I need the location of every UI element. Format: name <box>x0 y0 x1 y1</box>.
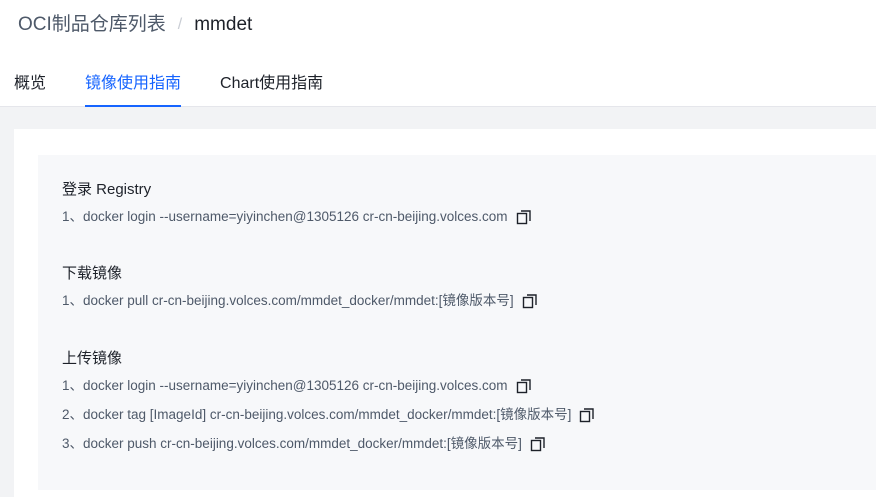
breadcrumb-root-link[interactable]: OCI制品仓库列表 <box>18 13 166 37</box>
copy-icon[interactable] <box>516 209 532 225</box>
push-section-title: 上传镜像 <box>62 350 123 367</box>
breadcrumb: OCI制品仓库列表 / mmdet <box>18 13 252 37</box>
push-login-command-text: 1、docker login --username=yiyinchen@1305… <box>62 378 508 393</box>
copy-icon[interactable] <box>516 378 532 394</box>
push-push-command-row: 3、docker push cr-cn-beijing.volces.com/m… <box>62 434 595 454</box>
copy-icon[interactable] <box>530 436 546 452</box>
tab-bar: 概览 镜像使用指南 Chart使用指南 <box>14 71 362 107</box>
page-header: OCI制品仓库列表 / mmdet 概览 镜像使用指南 Chart使用指南 <box>0 0 876 107</box>
copy-icon[interactable] <box>579 407 595 423</box>
tab-overview[interactable]: 概览 <box>14 71 46 107</box>
image-guide-box: 登录 Registry 1、docker login --username=yi… <box>38 155 876 490</box>
pull-section-title: 下载镜像 <box>62 265 123 282</box>
push-tag-command-row: 2、docker tag [ImageId] cr-cn-beijing.vol… <box>62 405 595 425</box>
tab-chart-guide[interactable]: Chart使用指南 <box>220 71 323 107</box>
login-section-title: 登录 Registry <box>62 181 152 198</box>
pull-command-text: 1、docker pull cr-cn-beijing.volces.com/m… <box>62 293 514 308</box>
content-panel: 登录 Registry 1、docker login --username=yi… <box>14 129 876 497</box>
breadcrumb-separator: / <box>177 16 183 33</box>
pull-section: 下载镜像 1、docker pull cr-cn-beijing.volces.… <box>62 264 538 320</box>
pull-command-row: 1、docker pull cr-cn-beijing.volces.com/m… <box>62 291 538 311</box>
login-command-row: 1、docker login --username=yiyinchen@1305… <box>62 207 532 227</box>
tab-image-guide[interactable]: 镜像使用指南 <box>85 71 182 107</box>
push-push-command-text: 3、docker push cr-cn-beijing.volces.com/m… <box>62 436 522 451</box>
push-tag-command-text: 2、docker tag [ImageId] cr-cn-beijing.vol… <box>62 407 572 422</box>
login-section: 登录 Registry 1、docker login --username=yi… <box>62 180 532 236</box>
push-section: 上传镜像 1、docker login --username=yiyinchen… <box>62 349 595 463</box>
login-command-text: 1、docker login --username=yiyinchen@1305… <box>62 209 508 224</box>
breadcrumb-current: mmdet <box>194 14 253 35</box>
push-login-command-row: 1、docker login --username=yiyinchen@1305… <box>62 376 595 396</box>
copy-icon[interactable] <box>522 293 538 309</box>
